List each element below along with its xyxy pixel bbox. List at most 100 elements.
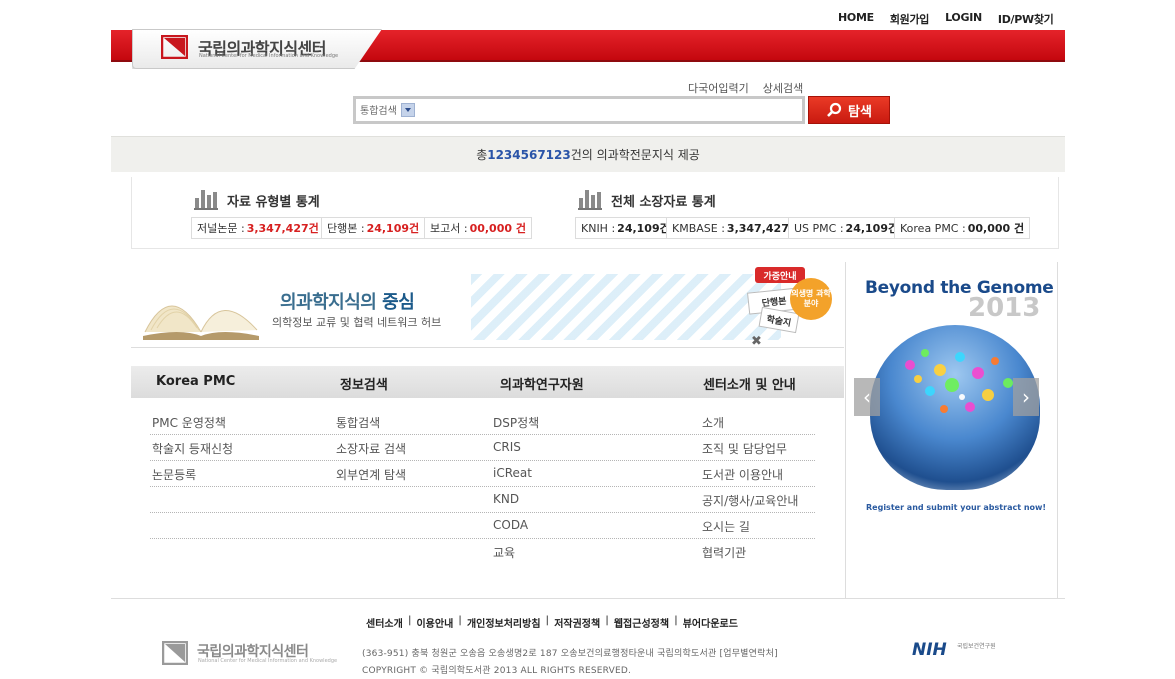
promo-year: 2013 <box>968 293 1041 323</box>
type-stats-label: 자료 유형별 통계 <box>227 194 320 210</box>
footer-address: (363-951) 충북 청원군 오송읍 오송생명2로 187 오송보건의료행정… <box>362 649 778 659</box>
chip-value: 3,347,427건 <box>246 222 319 235</box>
menu-item-journal-register[interactable]: 학술지 등재신청 <box>152 440 233 457</box>
top-nav-home[interactable]: HOME <box>830 11 882 27</box>
holdings-stats-title: 전체 소장자료 통계 <box>578 190 716 210</box>
guide-tag[interactable]: 가증안내 <box>755 267 805 283</box>
stat-chip-knih: KNIH : 24,109건 <box>575 217 676 239</box>
banner-title: 의과학지식의 중심 <box>280 288 415 314</box>
stat-chip-kmbase: KMBASE : 3,347,427건 <box>666 217 805 239</box>
menu-item-dsp[interactable]: DSP정책 <box>493 414 539 431</box>
menu-item-intro[interactable]: 소개 <box>702 414 724 431</box>
bar-chart-icon <box>194 190 218 210</box>
holdings-stats-label: 전체 소장자료 통계 <box>611 194 716 210</box>
guide-circle-badge: 의생명 과학분야 <box>790 278 832 320</box>
search-button-label: 탐색 <box>848 104 872 120</box>
total-count-band: 총 1234567123 건의 의과학전문지식 제공 <box>111 136 1065 172</box>
footer-link-guide[interactable]: 이용안내 <box>416 615 453 630</box>
footer-link-viewer[interactable]: 뷰어다운로드 <box>683 615 738 630</box>
close-icon[interactable]: ✖ <box>751 334 762 349</box>
footer-logo-subtitle: National Center for Medical Information … <box>198 658 338 664</box>
menu-item-organization[interactable]: 조직 및 담당업무 <box>702 440 787 457</box>
top-nav-find-id[interactable]: ID/PW찾기 <box>990 11 1062 27</box>
footer-link-accessibility[interactable]: 웹접근성정책 <box>614 615 669 630</box>
menu-col-about[interactable]: 센터소개 및 안내 <box>703 374 796 393</box>
total-prefix: 총 <box>476 148 488 162</box>
footer-links: 센터소개 | 이용안내 | 개인정보처리방침 | 저작권정책 | 웹접근성정책 | 뷰어다… <box>366 615 738 630</box>
chip-label: Korea PMC : <box>900 221 966 235</box>
chip-label: 보고서 : <box>430 222 468 235</box>
chip-value: 00,000 건 <box>967 222 1025 235</box>
menu-item-holdings-search[interactable]: 소장자료 검색 <box>336 440 406 457</box>
bar-chart-icon <box>578 190 602 210</box>
chip-value: 00,000 건 <box>469 222 526 235</box>
menu-item-cris[interactable]: CRIS <box>493 440 521 454</box>
chip-label: 저널논문 : <box>197 222 245 235</box>
search-input[interactable] <box>440 100 800 120</box>
total-suffix: 건의 의과학전문지식 제공 <box>570 148 700 162</box>
menu-divider <box>150 538 815 539</box>
menu-col-research[interactable]: 의과학연구자원 <box>500 374 584 393</box>
logo-icon[interactable] <box>161 35 188 59</box>
chip-label: 단행본 : <box>327 222 365 235</box>
chip-value: 24,109건 <box>617 222 670 235</box>
menu-item-pmc-policy[interactable]: PMC 운영정책 <box>152 414 226 431</box>
top-nav-login[interactable]: LOGIN <box>937 11 990 27</box>
stat-chip-uspmc: US PMC : 24,109건 <box>788 217 905 239</box>
footer-separator: | <box>674 615 678 626</box>
chip-label: US PMC : <box>794 221 844 235</box>
stat-chip-book: 단행본 : 24,109건 <box>321 217 426 239</box>
menu-item-icreat[interactable]: iCReat <box>493 466 532 480</box>
footer-link-copyright[interactable]: 저작권정책 <box>554 615 600 630</box>
menu-item-paper-register[interactable]: 논문등록 <box>152 466 196 483</box>
search-button[interactable]: 탐색 <box>808 96 890 124</box>
logo-subtitle: National Center for Medical Information … <box>199 53 339 59</box>
search-scope-value: 통합검색 <box>360 106 397 117</box>
menu-item-partners[interactable]: 협력기관 <box>702 544 746 561</box>
type-stats-title: 자료 유형별 통계 <box>194 190 320 210</box>
chevron-right-icon[interactable]: › <box>1013 378 1039 416</box>
banner-decoration <box>471 274 781 340</box>
menu-item-knd[interactable]: KND <box>493 492 519 506</box>
top-nav: HOME 회원가입 LOGIN ID/PW찾기 <box>830 11 1061 27</box>
multilang-input-link[interactable]: 다국어입력기 <box>688 80 749 96</box>
footer-separator: | <box>545 615 550 626</box>
menu-item-education[interactable]: 교육 <box>493 544 515 561</box>
menu-divider <box>150 434 815 435</box>
footer-copyright: COPYRIGHT © 국립의학도서관 2013 ALL RIGHTS RESE… <box>362 666 632 676</box>
chip-label: KNIH : <box>581 221 616 235</box>
banner-subtitle: 의학정보 교류 및 협력 네트워크 허브 <box>272 316 442 329</box>
stat-chip-report: 보고서 : 00,000 건 <box>424 217 532 239</box>
book-icon <box>143 305 259 340</box>
menu-divider <box>150 460 815 461</box>
stat-chip-journal: 저널논문 : 3,347,427건 <box>191 217 325 239</box>
footer-separator: | <box>458 615 462 626</box>
menu-item-directions[interactable]: 오시는 길 <box>702 518 750 535</box>
footer-logo-icon <box>162 641 188 665</box>
chip-value: 24,109건 <box>845 222 899 235</box>
menu-item-integrated-search[interactable]: 통합검색 <box>336 414 380 431</box>
top-nav-signup[interactable]: 회원가입 <box>882 11 937 27</box>
advanced-search-link[interactable]: 상세검색 <box>763 80 803 96</box>
promo-caption[interactable]: Register and submit your abstract now! <box>866 503 1046 512</box>
menu-item-library-guide[interactable]: 도서관 이용안내 <box>702 466 783 483</box>
menu-col-korea-pmc[interactable]: Korea PMC <box>156 374 235 389</box>
main-banner[interactable] <box>131 262 844 348</box>
chip-label: KMBASE : <box>672 221 725 235</box>
menu-item-coda[interactable]: CODA <box>493 518 528 532</box>
footer-link-about[interactable]: 센터소개 <box>366 615 403 630</box>
total-count: 1234567123 <box>487 147 571 162</box>
search-links: 다국어입력기 상세검색 <box>688 80 803 96</box>
footer-link-privacy[interactable]: 개인정보처리방침 <box>467 615 541 630</box>
nih-logo[interactable]: NIH <box>912 640 947 660</box>
search-icon <box>827 102 842 117</box>
chevron-left-icon[interactable]: ‹ <box>854 378 880 416</box>
chip-value: 24,109건 <box>366 222 420 235</box>
nih-logo-subtitle: 국립보건연구원 <box>957 643 996 650</box>
menu-item-notice[interactable]: 공지/행사/교육안내 <box>702 492 798 509</box>
chevron-down-icon[interactable] <box>400 102 415 117</box>
menu-item-external-search[interactable]: 외부연계 탐색 <box>336 466 406 483</box>
menu-col-search[interactable]: 정보검색 <box>340 374 388 393</box>
search-scope-select[interactable]: 통합검색 <box>360 102 415 117</box>
banner-title-part: 의과학지식의 <box>280 292 383 313</box>
